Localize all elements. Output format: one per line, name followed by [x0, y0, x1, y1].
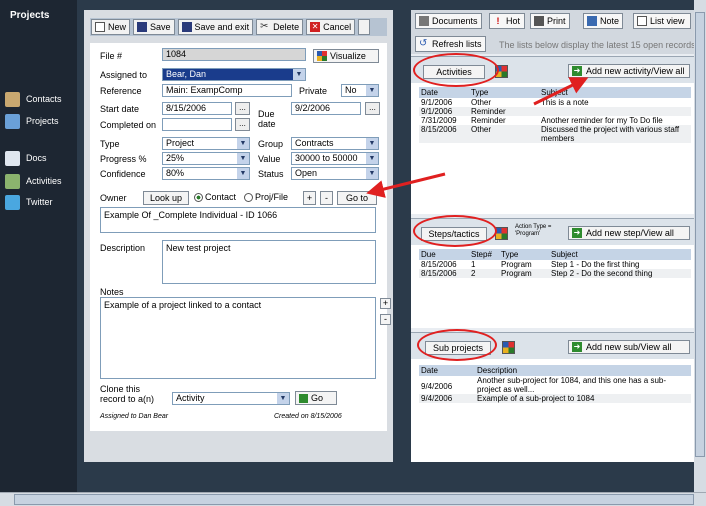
- horizontal-scrollbar[interactable]: [0, 492, 706, 506]
- annotation-arrows: [366, 77, 589, 198]
- goto-arrow: [366, 172, 446, 198]
- add-activity-arrow: [533, 77, 589, 106]
- horizontal-scroll-thumb[interactable]: [14, 494, 694, 505]
- vertical-scrollbar[interactable]: [694, 0, 706, 492]
- vertical-scroll-thumb[interactable]: [695, 12, 705, 457]
